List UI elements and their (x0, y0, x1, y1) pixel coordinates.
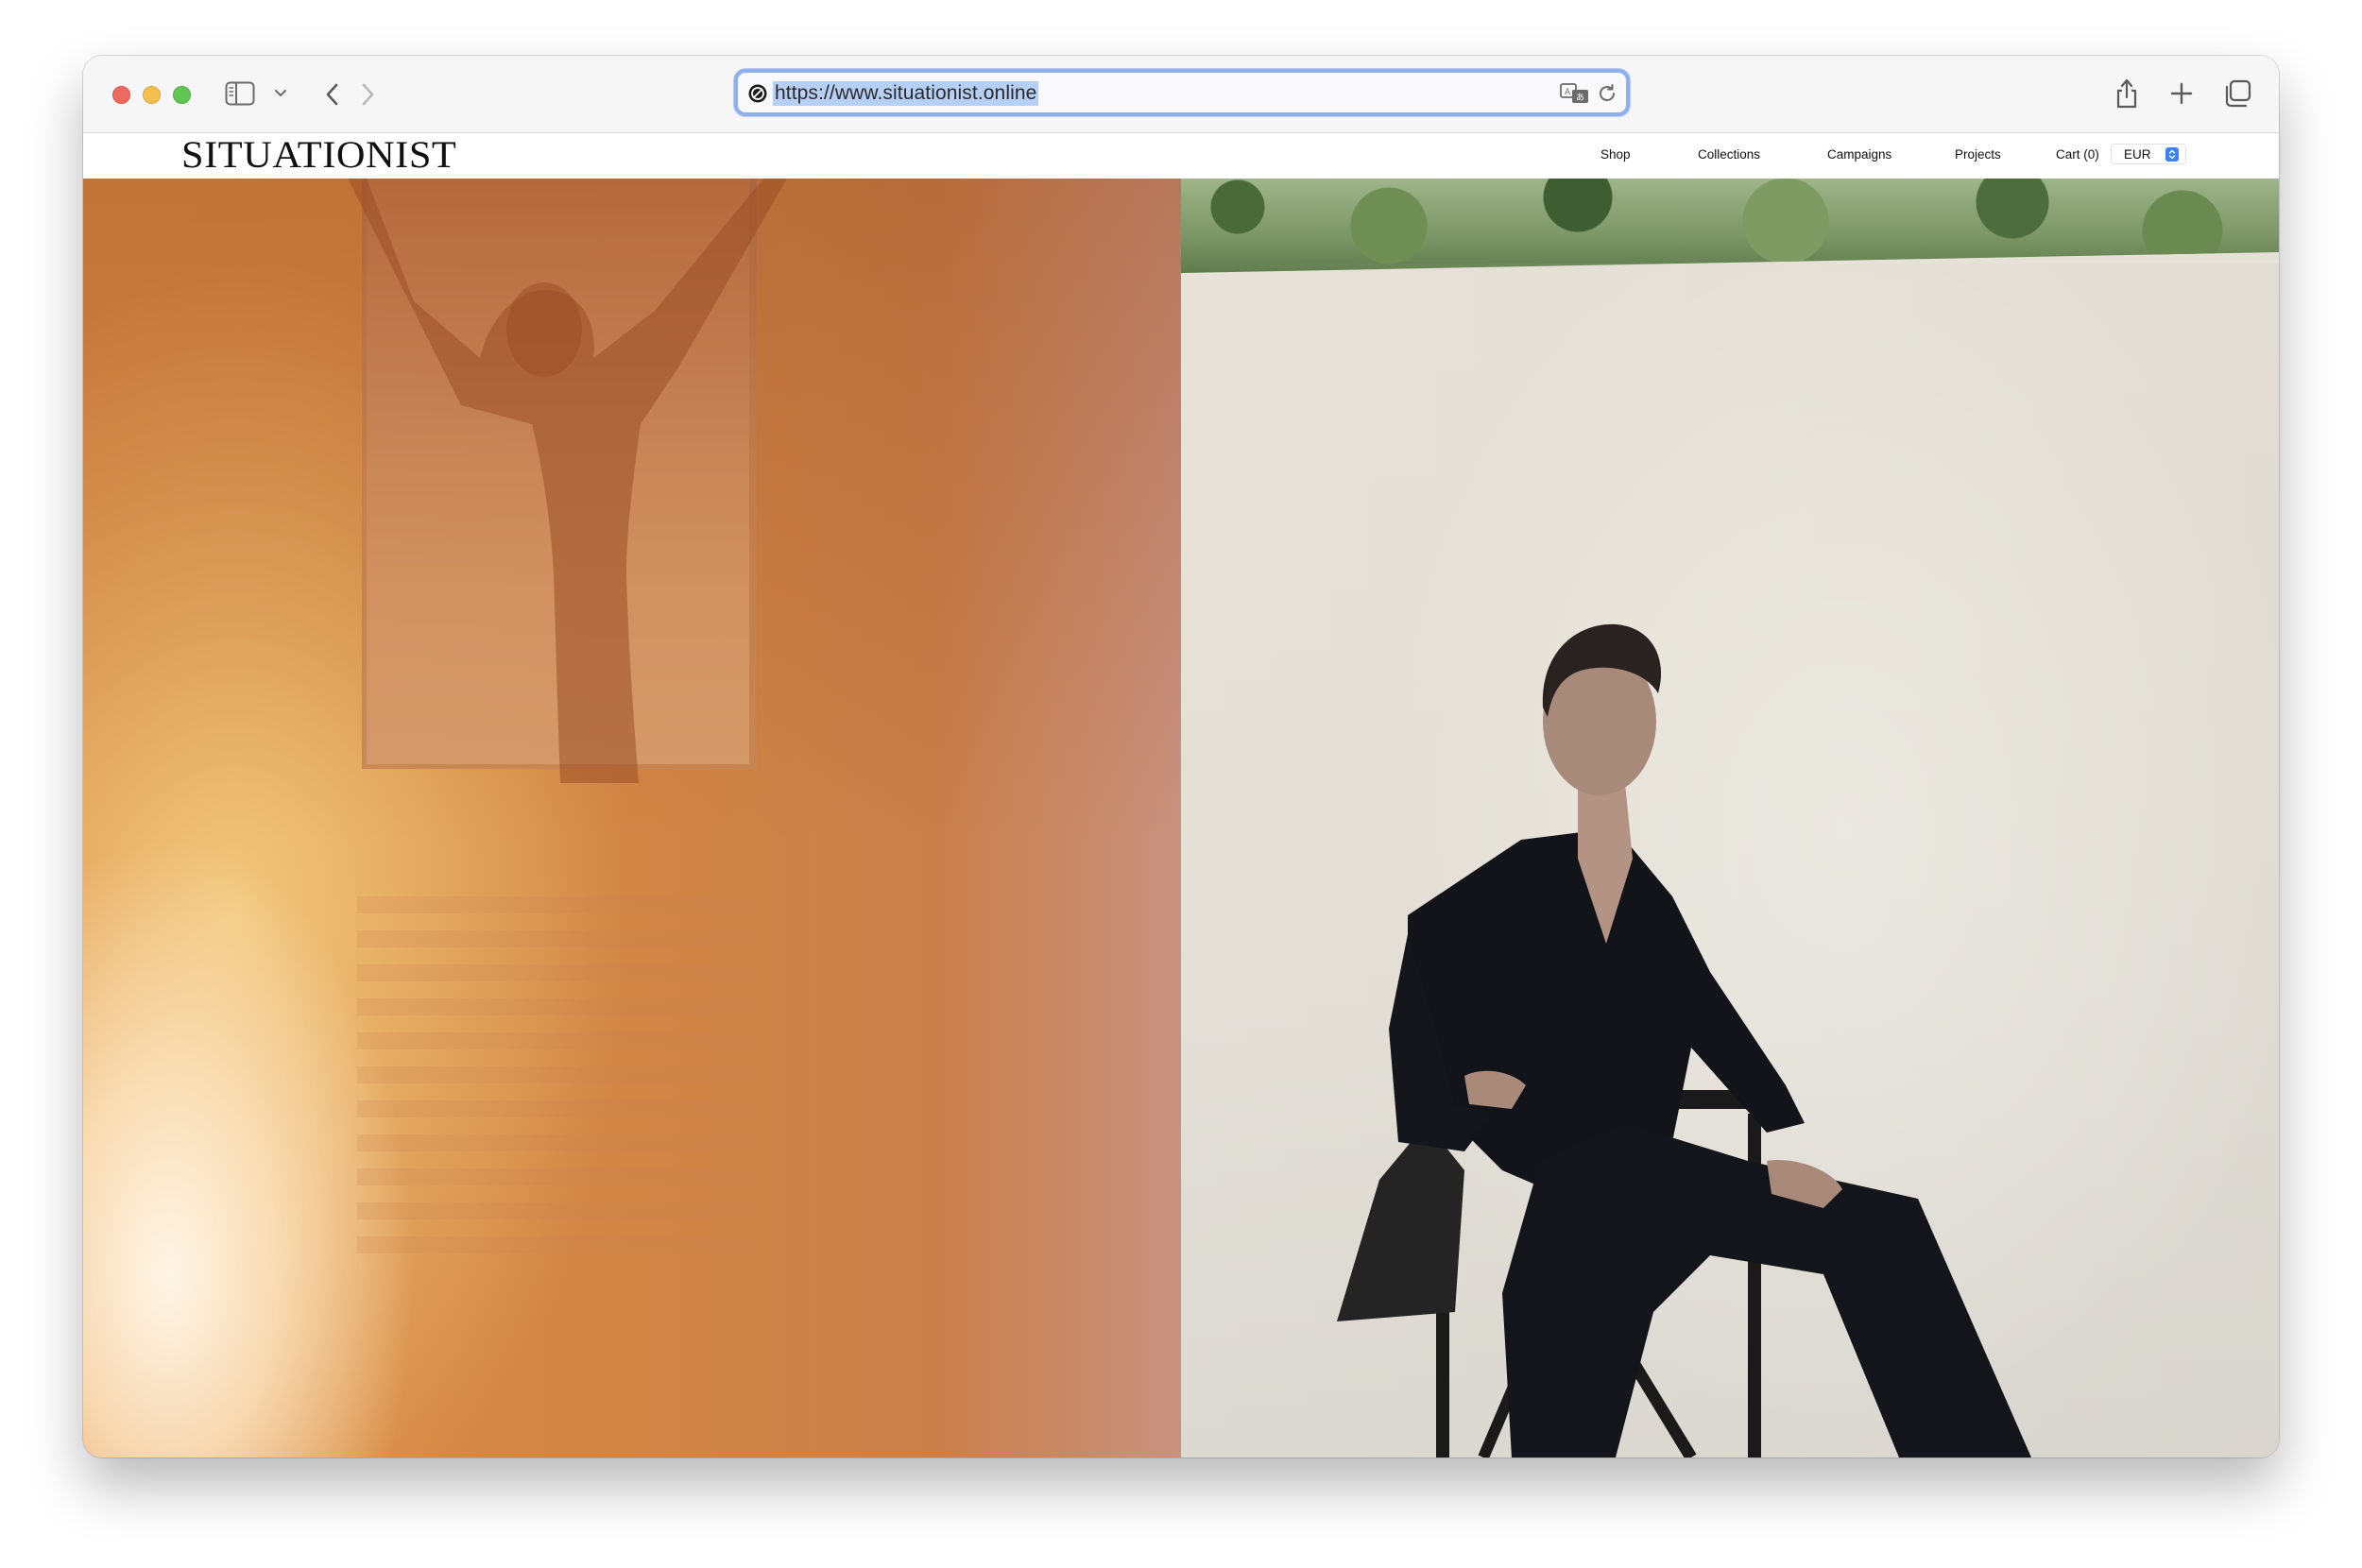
browser-toolbar: https://www.situationist.online Aあ (83, 56, 2279, 133)
silhouette-figure (348, 179, 787, 783)
forward-arrow-icon[interactable] (357, 80, 378, 109)
reload-icon[interactable] (1596, 82, 1618, 105)
nav-projects[interactable]: Projects (1955, 146, 2001, 163)
svg-text:A: A (1565, 88, 1571, 97)
currency-select[interactable]: EUR (2111, 144, 2186, 164)
seated-model-figure (1337, 623, 2031, 1457)
minimize-window-button[interactable] (143, 86, 161, 104)
hero-section (83, 179, 2279, 1457)
new-tab-plus-icon[interactable] (2166, 78, 2197, 109)
currency-selected-value: EUR (2124, 147, 2151, 162)
site-logo[interactable]: SITUATIONIST (181, 133, 456, 177)
svg-text:あ: あ (1576, 93, 1584, 103)
hero-image-left[interactable] (83, 179, 1181, 1457)
nav-cart[interactable]: Cart (0) (2056, 146, 2099, 163)
maximize-window-button[interactable] (173, 86, 191, 104)
share-icon[interactable] (2112, 77, 2142, 111)
back-arrow-icon[interactable] (322, 80, 343, 109)
url-text[interactable]: https://www.situationist.online (773, 81, 1039, 106)
translate-icon[interactable]: Aあ (1560, 82, 1590, 105)
chevron-down-icon[interactable] (272, 84, 289, 103)
close-window-button[interactable] (112, 86, 130, 104)
tab-overview-icon[interactable] (2222, 78, 2252, 109)
browser-window: https://www.situationist.online Aあ SITUA… (83, 56, 2279, 1457)
nav-collections[interactable]: Collections (1698, 146, 1760, 163)
site-header: SITUATIONIST Shop Collections Campaigns … (83, 133, 2279, 179)
sidebar-toggle-icon[interactable] (225, 80, 255, 107)
address-bar[interactable]: https://www.situationist.online Aあ (734, 69, 1630, 116)
select-arrows-icon (2165, 147, 2179, 162)
nav-shop[interactable]: Shop (1600, 146, 1631, 163)
nav-campaigns[interactable]: Campaigns (1827, 146, 1891, 163)
site-favicon-icon (747, 83, 768, 104)
hero-image-right[interactable] (1181, 179, 2279, 1457)
